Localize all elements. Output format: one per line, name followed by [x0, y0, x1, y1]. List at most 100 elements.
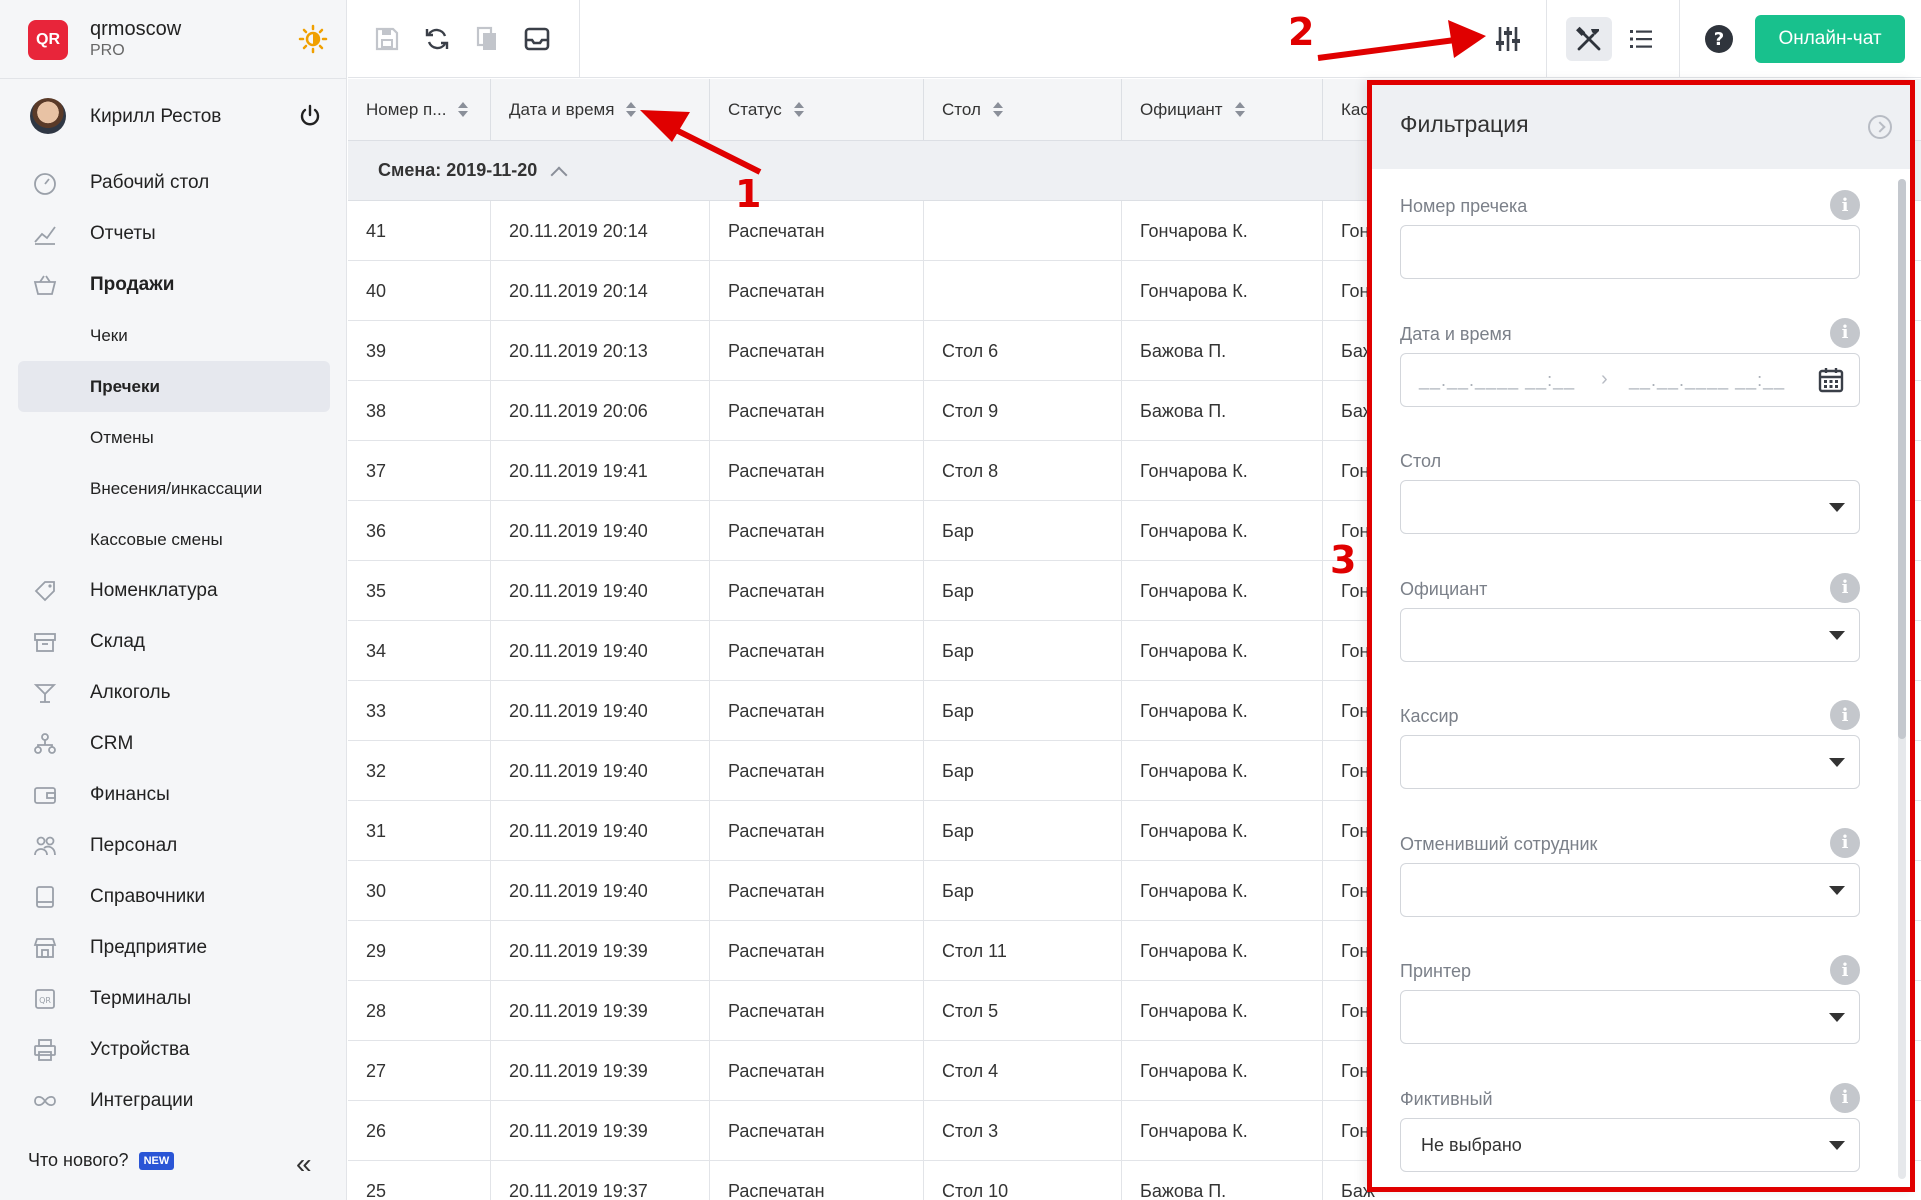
sort-icon[interactable]: [1234, 102, 1245, 118]
info-icon[interactable]: i: [1830, 700, 1860, 730]
table-cell: Гончарова К.: [1122, 621, 1323, 681]
annotation-label-2: 2: [1288, 10, 1315, 54]
inbox-button[interactable]: [520, 22, 554, 56]
brand-logo: QR: [28, 20, 68, 60]
sun-icon[interactable]: [298, 24, 328, 54]
online-chat-button[interactable]: Онлайн-чат: [1755, 15, 1905, 63]
col-header-waiter[interactable]: Официант: [1122, 79, 1323, 141]
info-icon[interactable]: i: [1830, 827, 1860, 858]
filter-scrollbar[interactable]: [1898, 179, 1906, 1179]
table-cell: 20.11.2019 19:40: [491, 621, 710, 681]
sort-icon[interactable]: [458, 102, 469, 118]
nav-item-sales[interactable]: Продажи: [18, 259, 330, 310]
table-cell: Бар: [924, 501, 1122, 561]
nav-item-cash-shifts[interactable]: Кассовые смены: [18, 514, 330, 565]
nav-item-warehouse[interactable]: Склад: [18, 616, 330, 667]
table-cell: 34: [348, 621, 491, 681]
power-icon[interactable]: [298, 104, 322, 128]
nav-item-devices[interactable]: Устройства: [18, 1024, 330, 1075]
caret-down-icon: [1829, 1013, 1845, 1022]
nav-item-cash-inout[interactable]: Внесения/инкассации: [18, 463, 330, 514]
nav-item-cancellations[interactable]: Отмены: [18, 412, 330, 463]
refresh-button[interactable]: [420, 22, 454, 56]
table-cell: Бажова П.: [1122, 381, 1323, 441]
table-cell: Распечатан: [710, 321, 924, 381]
nav-item-integrations[interactable]: Интеграции: [18, 1075, 330, 1126]
info-icon[interactable]: i: [1830, 190, 1860, 220]
nav-item-finance[interactable]: Финансы: [18, 769, 330, 820]
avatar: [30, 98, 66, 134]
info-icon[interactable]: i: [1830, 572, 1860, 603]
table-cell: Стол 8: [924, 441, 1122, 501]
filter-select[interactable]: [1400, 735, 1860, 789]
nav-item-prechecks[interactable]: Пречеки: [18, 361, 330, 412]
save-button[interactable]: [370, 22, 404, 56]
basket-icon: [33, 275, 57, 295]
info-icon[interactable]: i: [1830, 955, 1860, 985]
tools-button[interactable]: [1566, 17, 1612, 61]
table-cell: 35: [348, 561, 491, 621]
nav-item-nomenclature[interactable]: Номенклатура: [18, 565, 330, 616]
filter-field-label: Номер пречека: [1400, 196, 1528, 216]
nav-item-references[interactable]: Справочники: [18, 871, 330, 922]
table-cell: 32: [348, 741, 491, 801]
list-view-button[interactable]: [1624, 22, 1658, 56]
date-to-input[interactable]: __.__.____ __:__: [1629, 370, 1785, 391]
nav-item-enterprise[interactable]: Предприятие: [18, 922, 330, 973]
col-header-number[interactable]: Номер п...: [348, 79, 491, 141]
datetime-range-input[interactable]: __.__.____ __:__ › __.__.____ __:__: [1400, 352, 1860, 407]
inbox-icon: [524, 27, 550, 51]
date-from-input[interactable]: __.__.____ __:__: [1419, 370, 1575, 391]
nav-item-terminals[interactable]: QR Терминалы: [18, 973, 330, 1024]
filter-select[interactable]: [1400, 607, 1860, 662]
table-cell: Гончарова К.: [1122, 561, 1323, 621]
info-icon[interactable]: i: [1830, 317, 1860, 348]
nav-item-dashboard[interactable]: Рабочий стол: [18, 157, 330, 208]
table-cell: Стол 6: [924, 321, 1122, 381]
printer-icon: [34, 1038, 56, 1061]
close-panel-icon[interactable]: [1868, 115, 1892, 139]
filter-field-label: Стол: [1400, 451, 1442, 471]
table-cell: 28: [348, 981, 491, 1041]
filter-select[interactable]: [1400, 480, 1860, 534]
table-cell: 26: [348, 1101, 491, 1161]
precheck-number-input[interactable]: [1400, 225, 1860, 279]
nav-item-reports[interactable]: Отчеты: [18, 208, 330, 259]
caret-down-icon: [1829, 1140, 1845, 1150]
help-button[interactable]: ?: [1702, 22, 1736, 56]
filter-field-label: Принтер: [1400, 961, 1472, 981]
sort-icon[interactable]: [626, 102, 637, 118]
table-cell: Распечатан: [710, 501, 924, 561]
nav-label: Терминалы: [90, 987, 192, 1009]
nav-item-staff[interactable]: Персонал: [18, 820, 330, 871]
tag-icon: [34, 580, 55, 601]
sort-icon[interactable]: [793, 102, 804, 118]
nav-item-crm[interactable]: CRM: [18, 718, 330, 769]
nav-item-alcohol[interactable]: Алкоголь: [18, 667, 330, 718]
chevron-up-icon[interactable]: [550, 166, 568, 183]
col-header-status[interactable]: Статус: [710, 79, 924, 141]
col-header-label: Официант: [1140, 100, 1223, 119]
table-cell: Бажова П.: [1122, 321, 1323, 381]
table-cell: Распечатан: [710, 1041, 924, 1101]
filter-select[interactable]: Не выбрано: [1400, 1117, 1860, 1172]
whats-new-link[interactable]: Что нового? NEW: [28, 1150, 175, 1171]
collapse-sidebar-icon[interactable]: «: [296, 1148, 312, 1180]
table-cell: Распечатан: [710, 441, 924, 501]
col-header-table[interactable]: Стол: [924, 79, 1122, 141]
col-header-label: Дата и время: [509, 100, 615, 119]
table-cell: Гончарова К.: [1122, 501, 1323, 561]
copy-button[interactable]: [470, 22, 504, 56]
col-header-datetime[interactable]: Дата и время: [491, 79, 710, 141]
info-icon[interactable]: i: [1830, 1082, 1860, 1113]
table-cell: Гончарова К.: [1122, 441, 1323, 501]
filter-toggle-button[interactable]: [1491, 22, 1525, 56]
sort-icon[interactable]: [992, 102, 1003, 118]
filter-select[interactable]: [1400, 862, 1860, 917]
nav-item-checks[interactable]: Чеки: [18, 310, 330, 361]
table-cell: Бар: [924, 561, 1122, 621]
calendar-icon[interactable]: [1817, 366, 1845, 394]
nav-label: Устройства: [90, 1038, 190, 1060]
table-cell: Распечатан: [710, 741, 924, 801]
filter-select[interactable]: [1400, 990, 1860, 1044]
